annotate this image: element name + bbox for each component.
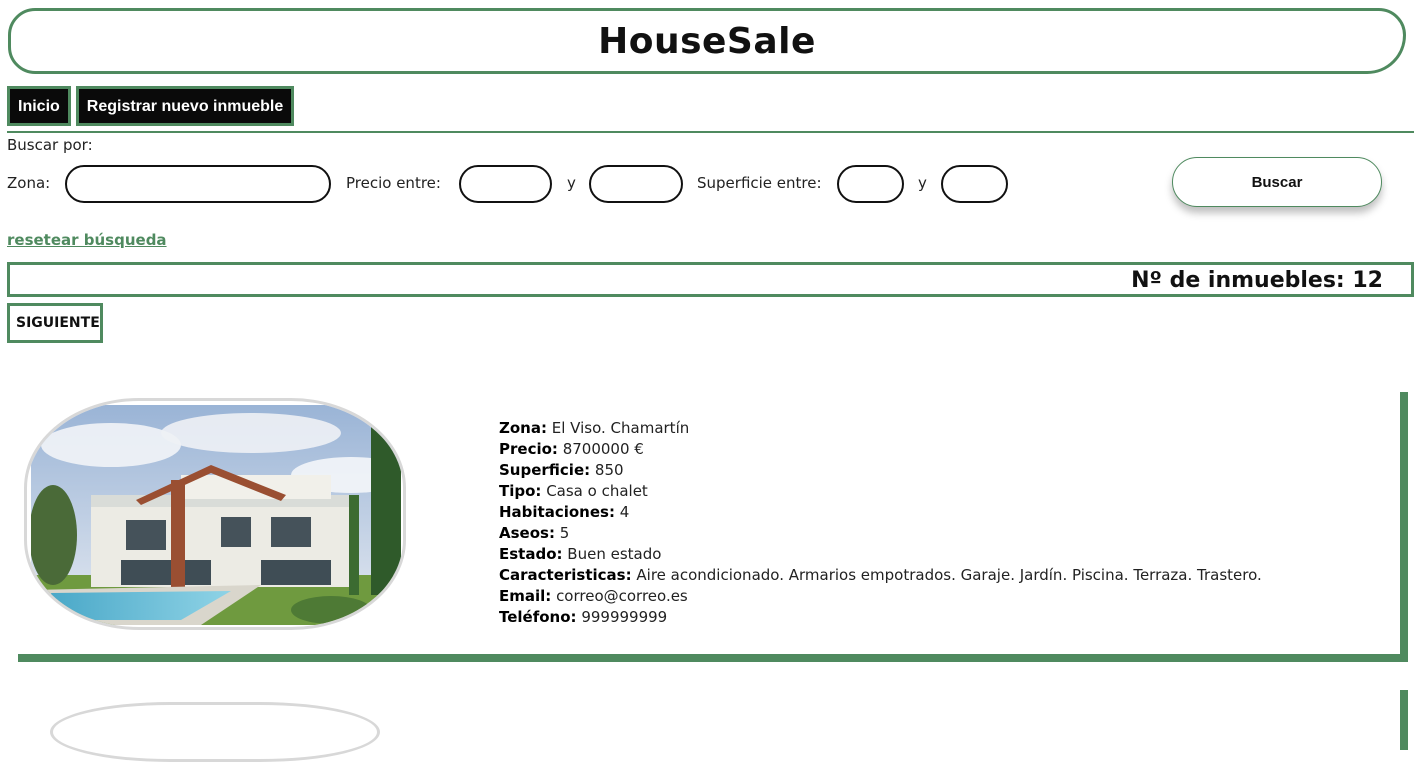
zona-input[interactable] [65,165,331,203]
listing-card-next[interactable] [10,690,1400,762]
listing-details: Zona: El Viso. Chamartín Precio: 8700000… [499,418,1262,628]
detail-zona: Zona: El Viso. Chamartín [499,419,690,437]
results-count: Nº de inmuebles: 12 [1131,268,1383,293]
superficie-and-label: y [918,174,927,192]
nav-inicio-link[interactable]: Inicio [7,86,71,126]
search-button[interactable]: Buscar [1172,157,1382,207]
precio-label: Precio entre: [346,174,441,192]
precio-max-input[interactable] [589,165,683,203]
house-photo-illustration [31,405,401,625]
detail-tipo: Tipo: Casa o chalet [499,482,648,500]
detail-aseos: Aseos: 5 [499,524,570,542]
detail-email: Email: correo@correo.es [499,587,688,605]
listing-card[interactable]: Zona: El Viso. Chamartín Precio: 8700000… [10,384,1400,654]
site-header: HouseSale [8,8,1406,74]
site-title: HouseSale [598,20,816,62]
precio-and-label: y [567,174,576,192]
listing-photo-next[interactable] [50,702,380,762]
superficie-max-input[interactable] [941,165,1008,203]
detail-precio: Precio: 8700000 € [499,440,644,458]
listing-photo[interactable] [24,398,406,630]
precio-min-input[interactable] [459,165,552,203]
detail-telefono: Teléfono: 999999999 [499,608,668,626]
results-count-bar: Nº de inmuebles: 12 [7,262,1414,297]
detail-caracteristicas: Caracteristicas: Aire acondicionado. Arm… [499,566,1262,584]
detail-estado: Estado: Buen estado [499,545,662,563]
superficie-min-input[interactable] [837,165,904,203]
nav-registrar-inmueble-link[interactable]: Registrar nuevo inmueble [75,86,295,126]
search-form: Zona: Precio entre: y Superficie entre: … [7,157,1407,207]
search-heading: Buscar por: [7,136,93,154]
main-nav: Inicio Registrar nuevo inmueble [7,86,295,126]
zona-label: Zona: [7,174,51,192]
superficie-label: Superficie entre: [697,174,822,192]
next-page-button[interactable]: SIGUIENTE [7,303,103,343]
detail-superficie: Superficie: 850 [499,461,624,479]
reset-search-link[interactable]: resetear búsqueda [7,231,167,249]
nav-divider [7,131,1414,133]
detail-habitaciones: Habitaciones: 4 [499,503,630,521]
